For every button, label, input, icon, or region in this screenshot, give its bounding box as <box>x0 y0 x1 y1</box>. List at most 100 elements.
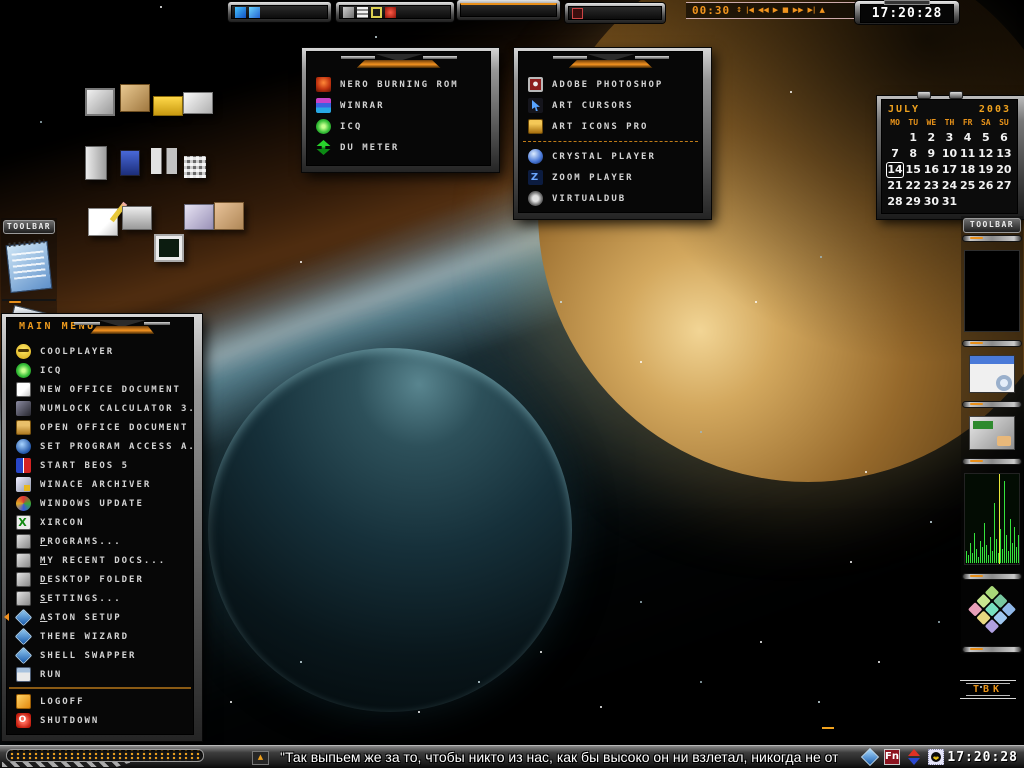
frame-icon[interactable] <box>371 6 382 18</box>
calendar-day[interactable]: 11 <box>959 146 977 162</box>
stop-icon[interactable]: ■ <box>782 4 789 17</box>
toolbar-segment[interactable] <box>457 0 560 20</box>
menu-item[interactable]: WINRAR <box>307 95 490 116</box>
forward-icon[interactable]: ▶▶ <box>793 4 804 17</box>
menu-item[interactable]: ASTON SETUP <box>7 608 193 627</box>
calendar-day[interactable]: 9 <box>922 146 940 162</box>
network-icon[interactable] <box>151 148 177 174</box>
tower-case-icon[interactable] <box>85 146 107 180</box>
calendar-day[interactable]: 24 <box>940 178 958 194</box>
calendar-day[interactable]: 3 <box>940 130 958 146</box>
calendar-day[interactable]: 18 <box>959 162 977 178</box>
menu-item[interactable]: NUMLOCK CALCULATOR 3.2 <box>7 399 193 418</box>
aston-tray-icon[interactable] <box>860 747 880 767</box>
winamp-icon[interactable] <box>343 6 354 18</box>
menu-item[interactable]: ICQ <box>307 116 490 137</box>
calendar-day[interactable]: 4 <box>959 130 977 146</box>
menu-item[interactable]: ICQ <box>7 361 193 380</box>
calendar-day[interactable]: 10 <box>940 146 958 162</box>
rewind-icon[interactable]: ◀◀ <box>758 4 769 17</box>
menu-item[interactable]: LOGOFF <box>7 692 193 711</box>
menu-item[interactable]: NEW OFFICE DOCUMENT <box>7 380 193 399</box>
calendar-day[interactable]: 5 <box>977 130 995 146</box>
terminal-icon[interactable] <box>154 234 184 262</box>
menu-item[interactable]: SHELL SWAPPER <box>7 646 193 665</box>
keyboard-layout-indicator[interactable]: Fn <box>884 749 900 765</box>
menu-item[interactable]: WINDOWS UPDATE <box>7 494 193 513</box>
menu-item[interactable]: RUN <box>7 665 193 684</box>
start-button[interactable] <box>6 749 204 762</box>
cube-icon[interactable] <box>184 156 206 178</box>
calendar-day[interactable]: 7 <box>886 146 904 162</box>
menu-item[interactable]: NERO BURNING ROM <box>307 74 490 95</box>
menu-item[interactable]: DU METER <box>307 137 490 158</box>
tray-clock[interactable]: 17:20:28 <box>947 748 1018 766</box>
batman-tray-icon[interactable] <box>928 749 944 765</box>
explorer-icon[interactable] <box>249 6 260 18</box>
calendar-day[interactable]: 15 <box>904 162 922 178</box>
calendar-day[interactable]: 26 <box>977 178 995 194</box>
search-tool-icon[interactable] <box>963 349 1021 399</box>
toolbar-segment[interactable] <box>228 2 331 22</box>
calendar-day[interactable]: 29 <box>904 194 922 210</box>
display-panel[interactable] <box>963 244 1021 338</box>
media-icon[interactable] <box>385 6 396 18</box>
toolbar-segment[interactable] <box>565 3 665 23</box>
menu-item[interactable]: CRYSTAL PLAYER <box>519 146 702 167</box>
notes-icon[interactable] <box>357 6 368 18</box>
calendar-day[interactable]: 13 <box>995 146 1013 162</box>
du-meter-tray-icon[interactable] <box>906 749 922 765</box>
paper-bag-icon[interactable] <box>214 202 244 230</box>
menu-item[interactable]: ART ICONS PRO <box>519 116 702 137</box>
menu-item[interactable]: ART CURSORS <box>519 95 702 116</box>
calendar-day[interactable]: 2 <box>922 130 940 146</box>
next-icon[interactable]: ▶| <box>808 4 816 17</box>
calendar-day[interactable]: 28 <box>886 194 904 210</box>
printer-icon[interactable] <box>122 206 152 230</box>
menu-item[interactable]: SHUTDOWN <box>7 711 193 730</box>
calendar-day[interactable]: 30 <box>922 194 940 210</box>
menu-item[interactable]: WINACE ARCHIVER <box>7 475 193 494</box>
palette-tool-icon[interactable] <box>963 582 1021 644</box>
cd-writer-icon[interactable] <box>153 96 183 116</box>
calendar-day[interactable]: 16 <box>922 162 940 178</box>
menu-item[interactable]: START BEOS 5 <box>7 456 193 475</box>
calendar-day[interactable]: 1 <box>904 130 922 146</box>
player-icon[interactable] <box>572 7 583 19</box>
calendar-day[interactable]: 21 <box>886 178 904 194</box>
crt-monitor-icon[interactable] <box>85 88 115 116</box>
menu-item[interactable]: SET PROGRAM ACCESS A... <box>7 437 193 456</box>
calendar-day[interactable]: 17 <box>940 162 958 178</box>
menu-item[interactable]: MY RECENT DOCS... <box>7 551 193 570</box>
menu-item[interactable]: DESKTOP FOLDER <box>7 570 193 589</box>
calendar-day[interactable]: 8 <box>904 146 922 162</box>
eject-icon[interactable]: ▲ <box>819 4 824 17</box>
calendar-day[interactable]: 14 <box>886 162 905 178</box>
messenger-icon[interactable] <box>235 6 246 18</box>
pc-mouse-icon[interactable] <box>120 150 140 176</box>
menu-item[interactable]: ADOBE PHOTOSHOP <box>519 74 702 95</box>
calendar-day[interactable]: 6 <box>995 130 1013 146</box>
menu-item[interactable]: VIRTUALDUB <box>519 188 702 209</box>
calendar-day[interactable]: 12 <box>977 146 995 162</box>
menu-item[interactable]: THEME WIZARD <box>7 627 193 646</box>
calendar-day[interactable]: 25 <box>959 178 977 194</box>
calendar-day[interactable]: 22 <box>904 178 922 194</box>
menu-item[interactable]: XIRCON <box>7 513 193 532</box>
toolbar-segment[interactable] <box>336 2 454 22</box>
volume-icon[interactable]: ↕ <box>736 4 742 17</box>
calendar-day[interactable]: 27 <box>995 178 1013 194</box>
menu-item[interactable]: SETTINGS... <box>7 589 193 608</box>
expand-arrow-icon[interactable]: ▲ <box>252 751 269 765</box>
trap-tool-icon[interactable] <box>963 410 1021 456</box>
calendar-day[interactable]: 19 <box>977 162 995 178</box>
notepad-icon[interactable] <box>3 237 55 297</box>
fax-icon[interactable] <box>184 204 214 230</box>
pencil-icon[interactable] <box>88 208 118 236</box>
calendar-day[interactable]: 31 <box>940 194 958 210</box>
previous-icon[interactable]: |◀ <box>746 4 754 17</box>
menu-item[interactable]: COOLPLAYER <box>7 342 193 361</box>
external-drive-icon[interactable] <box>183 92 213 114</box>
desk-icon[interactable] <box>120 84 150 112</box>
calendar-day[interactable]: 20 <box>995 162 1013 178</box>
